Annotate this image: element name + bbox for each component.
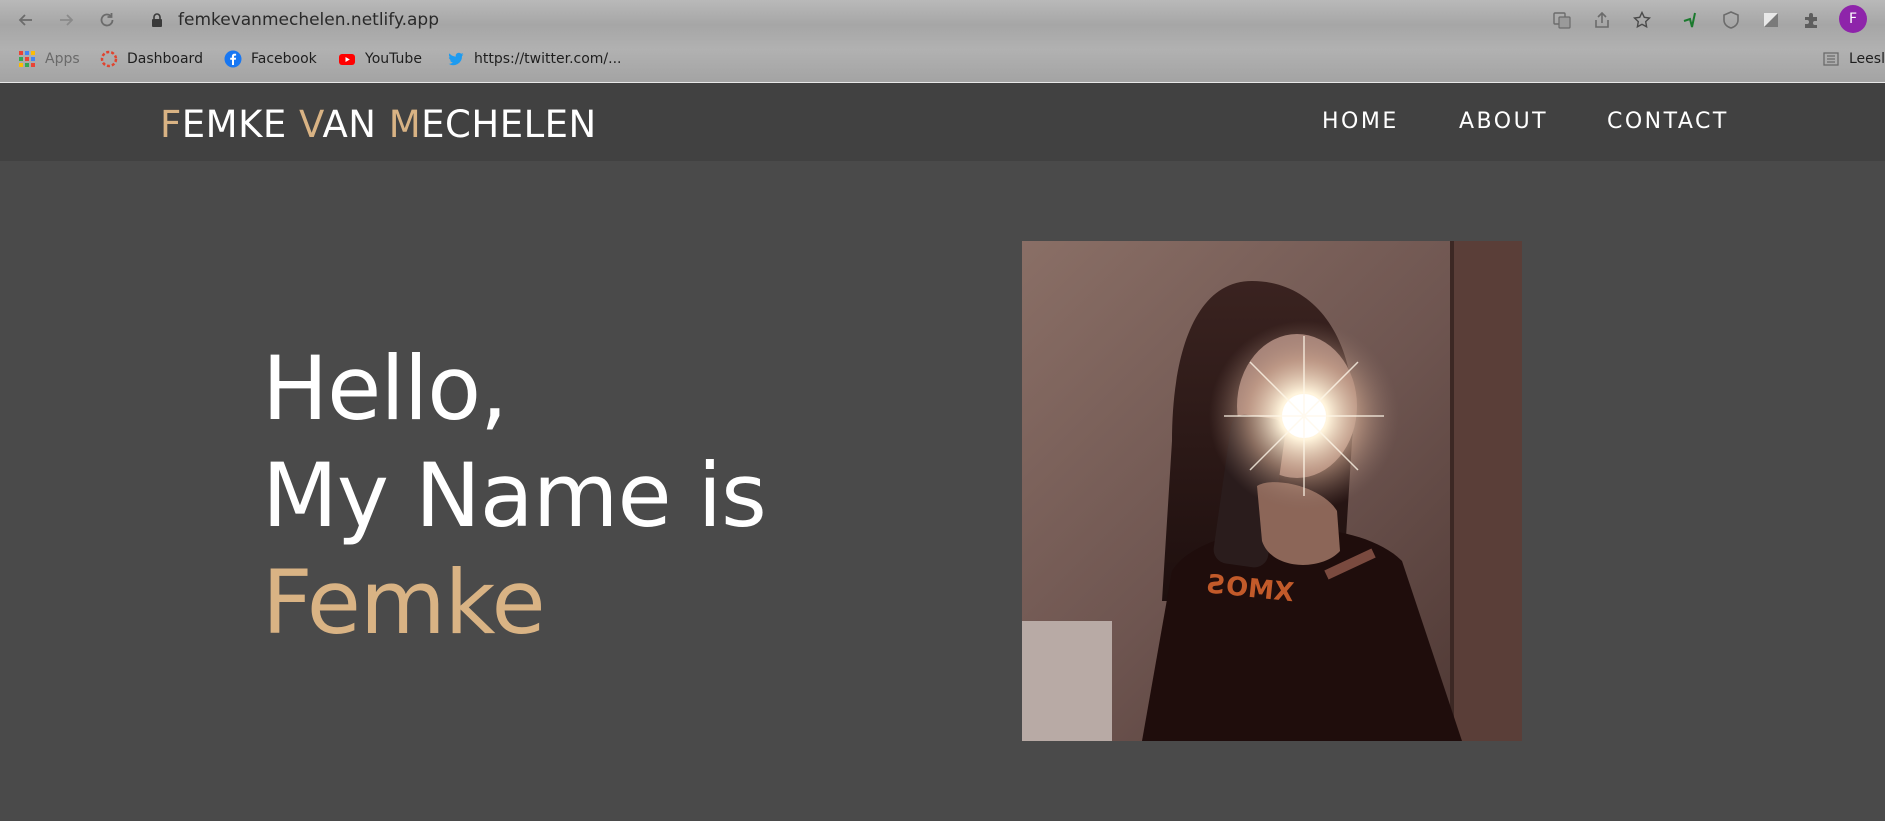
puzzle-icon (1805, 13, 1817, 28)
dashboard-icon (100, 50, 118, 68)
hero-intro: My Name is (262, 444, 767, 547)
logo-text-first: EMKE (181, 103, 300, 146)
extension-green-button[interactable] (1679, 8, 1703, 32)
youtube-icon (339, 54, 355, 65)
share-button[interactable] (1590, 8, 1614, 32)
browser-chrome: femkevanmechelen.netlify.app F Apps Dash… (0, 0, 1885, 83)
logo-initial-f: F (160, 103, 182, 146)
star-icon (1633, 11, 1651, 29)
reload-button[interactable] (93, 6, 121, 34)
nav-home[interactable]: HOME (1322, 109, 1399, 134)
bookmark-label: Dashboard (127, 51, 203, 67)
hero-heading: Hello, My Name is Femke (262, 335, 767, 656)
nav-about[interactable]: ABOUT (1459, 109, 1548, 134)
bookmark-facebook[interactable]: Facebook (224, 50, 317, 68)
translate-button[interactable] (1550, 8, 1574, 32)
hero-name: Femke (262, 551, 546, 654)
address-bar[interactable]: femkevanmechelen.netlify.app (178, 10, 439, 30)
bookmark-apps[interactable]: Apps (18, 50, 80, 68)
bookmark-label: YouTube (365, 51, 422, 67)
twitter-icon (448, 52, 464, 66)
bookmark-label: Apps (45, 51, 80, 67)
bookmark-dashboard[interactable]: Dashboard (100, 50, 203, 68)
hero-greeting: Hello, (262, 337, 508, 440)
logo-initial-m: M (388, 103, 422, 146)
browser-toolbar: femkevanmechelen.netlify.app F (0, 0, 1885, 40)
site-header: FEMKE VAN MECHELEN HOME ABOUT CONTACT (0, 83, 1885, 161)
bookmark-twitter[interactable]: https://twitter.com/... (447, 50, 622, 68)
shield-icon (1723, 11, 1739, 29)
bookmark-star-button[interactable] (1630, 8, 1654, 32)
lock-icon (152, 13, 162, 27)
reload-icon (100, 13, 114, 27)
reading-list[interactable]: Leesli (1822, 50, 1885, 68)
extension-dark-mode-button[interactable] (1759, 8, 1783, 32)
logo-text-third: ECHELEN (421, 103, 597, 146)
profile-photo: ƧOMX (1022, 241, 1522, 741)
green-leaf-icon (1683, 12, 1696, 28)
logo-initial-v: V (299, 103, 323, 146)
site-logo[interactable]: FEMKE VAN MECHELEN (160, 103, 597, 146)
back-button[interactable] (12, 6, 40, 34)
forward-button[interactable] (52, 6, 80, 34)
translate-icon (1553, 12, 1571, 29)
facebook-icon (224, 50, 242, 68)
nav-contact[interactable]: CONTACT (1607, 109, 1729, 134)
extensions-button[interactable] (1799, 8, 1823, 32)
forward-arrow-icon (60, 14, 74, 26)
back-arrow-icon (18, 14, 32, 26)
bookmark-label: Facebook (251, 51, 317, 67)
profile-avatar[interactable]: F (1839, 5, 1867, 33)
share-icon (1595, 11, 1609, 28)
logo-text-second: AN (322, 103, 389, 146)
bookmark-youtube[interactable]: YouTube (338, 50, 422, 68)
reading-list-icon (1823, 52, 1839, 66)
contrast-icon (1764, 13, 1778, 27)
apps-grid-icon (19, 51, 35, 67)
bookmark-label: https://twitter.com/... (474, 51, 622, 67)
extension-shield-button[interactable] (1719, 8, 1743, 32)
bookmarks-bar: Apps Dashboard Facebook YouTube https://… (0, 46, 1885, 74)
reading-list-label: Leesli (1849, 51, 1885, 67)
